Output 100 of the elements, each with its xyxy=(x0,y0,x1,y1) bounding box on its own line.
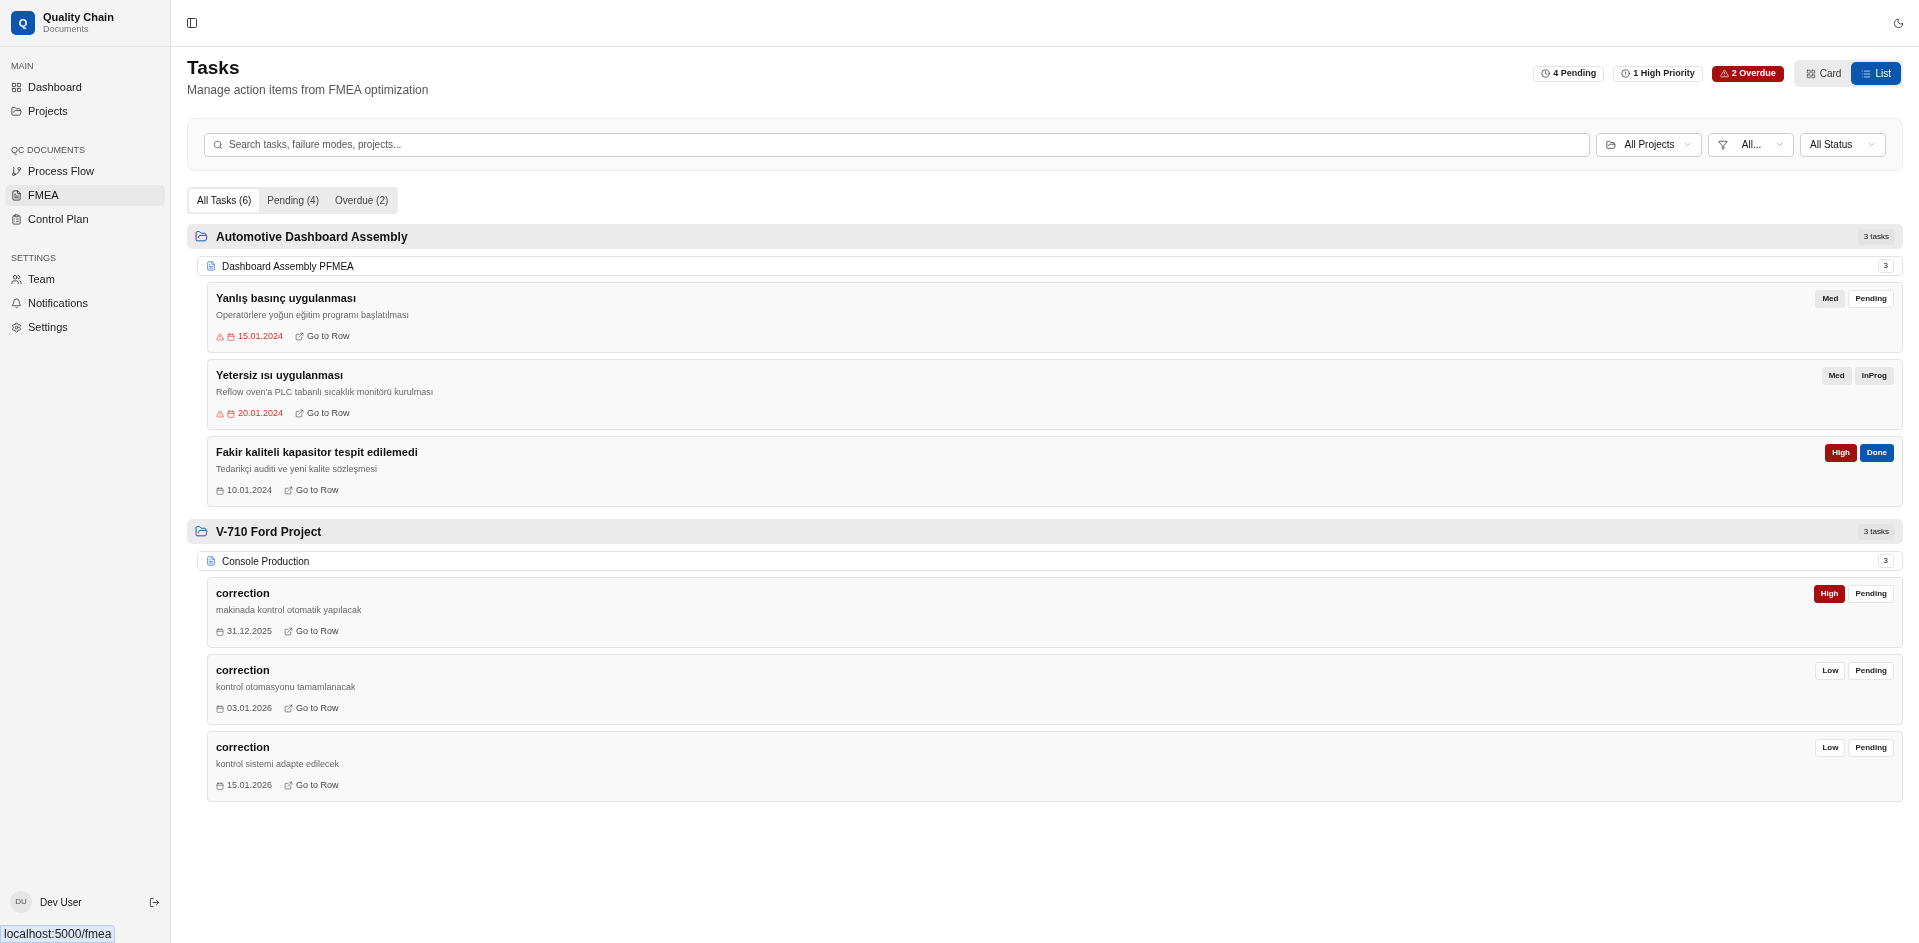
nav-item[interactable]: Team xyxy=(5,269,165,290)
page-subtitle: Manage action items from FMEA optimization xyxy=(187,82,429,99)
due-date: 20.01.2024 xyxy=(238,407,284,420)
nav-item[interactable]: Process Flow xyxy=(5,161,165,182)
grid-icon xyxy=(11,82,22,93)
document-icon xyxy=(206,261,216,271)
section-heading: QC DOCUMENTS xyxy=(10,144,86,158)
nav-item[interactable]: Notifications xyxy=(5,293,165,314)
branch-icon xyxy=(11,166,22,177)
task-title: Yanlış basınç uygulanması xyxy=(216,291,357,306)
task-description: makinada kontrol otomatik yapılacak xyxy=(216,603,362,617)
search-field[interactable]: Search tasks, failure modes, projects... xyxy=(204,132,1590,157)
go-to-row-link[interactable]: Go to Row xyxy=(295,330,350,344)
chevron-icon xyxy=(1775,140,1784,149)
go-to-row-link[interactable]: Go to Row xyxy=(284,484,339,498)
task-title: correction xyxy=(216,740,271,755)
tab[interactable]: Pending (4) xyxy=(259,189,327,212)
folder-icon xyxy=(11,106,22,117)
task-description: Reflow oven'a PLC tabanlı sıcaklık monitörü kurulması xyxy=(216,385,434,399)
go-to-row-link[interactable]: Go to Row xyxy=(284,625,339,639)
project-header[interactable]: V-710 Ford Project 3 tasks xyxy=(187,519,1903,544)
due-date: 03.01.2026 xyxy=(227,702,273,715)
task-card[interactable]: correction kontrol sistemi adapte edilecek Low Pending 15.01.2026 Go to Row xyxy=(207,731,1903,802)
status-badge: Pending xyxy=(1848,290,1894,308)
status-badge: InProg xyxy=(1854,367,1894,385)
nav-item[interactable]: Projects xyxy=(5,101,165,122)
calendar-icon xyxy=(216,486,224,495)
priority-badge: Med xyxy=(1815,290,1846,308)
task-card[interactable]: Yetersiz ısı uygulanması Reflow oven'a PLC tabanlı sıcaklık monitörü kurulması Med InProg 20.01.2024 Go to Row xyxy=(207,359,1903,430)
section-heading: MAIN xyxy=(10,60,35,74)
document-count: 3 xyxy=(1877,259,1894,273)
task-count: 3 tasks xyxy=(1857,523,1895,540)
due-date: 10.01.2024 xyxy=(227,484,273,497)
task-title: correction xyxy=(216,586,271,601)
external-link-icon xyxy=(295,332,305,342)
brand-name: Quality Chain xyxy=(43,10,114,25)
users-icon xyxy=(11,274,22,285)
document-icon xyxy=(206,556,216,566)
go-to-row-link[interactable]: Go to Row xyxy=(284,779,339,793)
task-title: correction xyxy=(216,663,271,678)
nav-item[interactable]: Settings xyxy=(5,317,165,338)
status-badge: Done xyxy=(1860,444,1894,462)
status-badge: Pending xyxy=(1848,585,1894,603)
document-row[interactable]: Dashboard Assembly PFMEA 3 xyxy=(197,256,1903,276)
task-card[interactable]: Fakir kaliteli kapasitor tespit edilemedi Tedarikçi auditi ve yeni kalite sözleşmesi High Done 10.01.2024 Go to Row xyxy=(207,436,1903,507)
warning-icon xyxy=(216,332,224,341)
calendar-icon xyxy=(216,781,224,790)
due-date: 31.12.2025 xyxy=(227,625,273,638)
nav-item[interactable]: Dashboard xyxy=(5,77,165,98)
task-card[interactable]: correction kontrol otomasyonu tamamlanacak Low Pending 03.01.2026 Go to Row xyxy=(207,654,1903,725)
section-heading: SETTINGS xyxy=(10,252,57,266)
sidebar-toggle-icon[interactable] xyxy=(186,17,198,29)
bell-icon xyxy=(11,298,22,309)
theme-toggle-icon[interactable] xyxy=(1893,17,1904,29)
logout-icon[interactable] xyxy=(149,896,160,908)
calendar-icon xyxy=(216,704,224,713)
search-icon xyxy=(213,139,223,150)
document-row[interactable]: Console Production 3 xyxy=(197,551,1903,571)
clipboard-icon xyxy=(11,214,22,225)
priority-badge: High xyxy=(1825,444,1857,462)
chevron-icon xyxy=(1867,140,1876,149)
priority-badge: Low xyxy=(1815,662,1846,680)
external-link-icon xyxy=(284,486,294,496)
go-to-row-link[interactable]: Go to Row xyxy=(295,407,350,421)
external-link-icon xyxy=(295,409,305,419)
task-card[interactable]: Yanlış basınç uygulanması Operatörlere yoğun eğitim programı başlatılması Med Pending 15.01.2024 Go to Row xyxy=(207,282,1903,353)
project-name: V-710 Ford Project xyxy=(216,523,323,541)
grid-icon xyxy=(1805,68,1816,79)
task-card[interactable]: correction makinada kontrol otomatik yapılacak High Pending 31.12.2025 Go to Row xyxy=(207,577,1903,648)
due-date: 15.01.2024 xyxy=(238,330,284,343)
task-description: kontrol sistemi adapte edilecek xyxy=(216,757,340,771)
view-toggle-button[interactable]: List xyxy=(1851,62,1901,85)
nav-item[interactable]: FMEA xyxy=(5,185,165,206)
stat-badge: 1 High Priority xyxy=(1613,65,1703,82)
filter-dropdown[interactable]: All Status xyxy=(1800,132,1886,157)
document-count: 3 xyxy=(1877,554,1894,568)
folder-icon xyxy=(195,525,208,538)
nav-item[interactable]: Control Plan xyxy=(5,209,165,230)
status-badge: Pending xyxy=(1848,662,1894,680)
external-link-icon xyxy=(284,627,294,637)
calendar-icon xyxy=(227,332,235,341)
project-name: Automotive Dashboard Assembly xyxy=(216,228,409,246)
document-icon xyxy=(11,190,22,201)
view-toggle-button[interactable]: Card xyxy=(1795,62,1852,85)
project-header[interactable]: Automotive Dashboard Assembly 3 tasks xyxy=(187,224,1903,249)
page-title: Tasks xyxy=(187,56,241,80)
clock-icon xyxy=(1541,69,1551,78)
calendar-icon xyxy=(227,409,235,418)
filter-dropdown[interactable]: All Projects xyxy=(1596,132,1702,157)
due-date: 15.01.2026 xyxy=(227,779,273,792)
tab[interactable]: All Tasks (6) xyxy=(189,189,260,212)
folder-icon xyxy=(1606,139,1616,150)
settings-icon xyxy=(11,322,22,333)
tab[interactable]: Overdue (2) xyxy=(327,189,397,212)
task-title: Yetersiz ısı uygulanması xyxy=(216,368,345,383)
task-title: Fakir kaliteli kapasitor tespit edilemedi xyxy=(216,445,418,460)
warning-icon xyxy=(1719,69,1729,78)
filter-dropdown[interactable]: All... xyxy=(1708,132,1794,157)
go-to-row-link[interactable]: Go to Row xyxy=(284,702,339,716)
chevron-icon xyxy=(1683,140,1692,149)
